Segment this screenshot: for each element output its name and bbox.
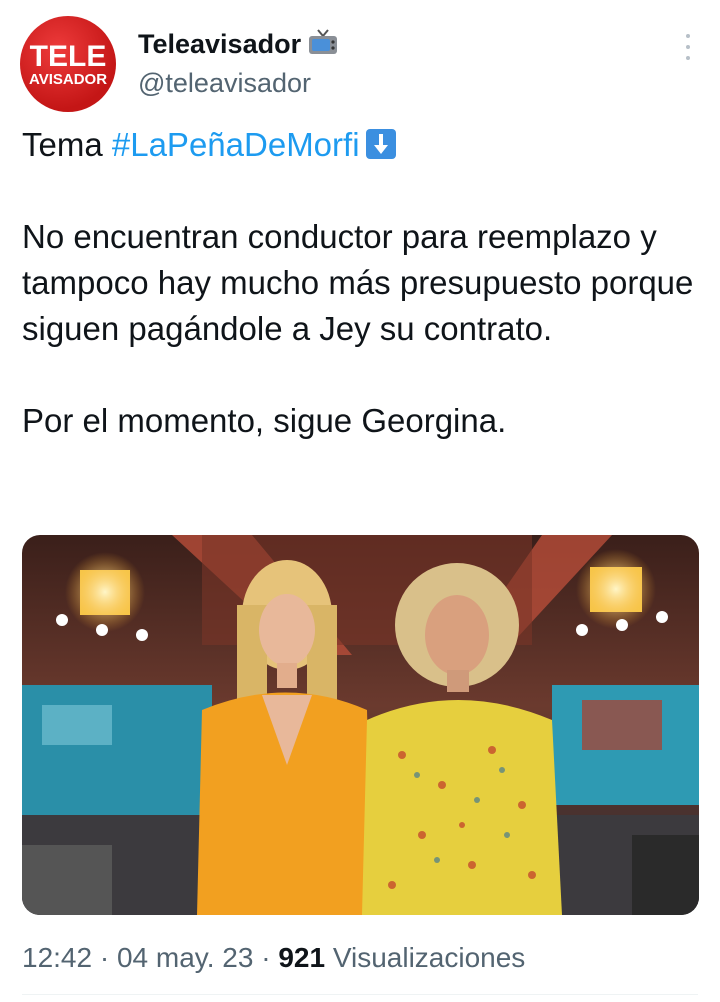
author-name[interactable]: Teleavisador	[138, 29, 301, 59]
more-options-icon[interactable]	[684, 34, 692, 60]
avatar-text-line2: AVISADOR	[28, 71, 108, 88]
tweet-date[interactable]: 04 may. 23	[117, 942, 253, 973]
tv-icon	[307, 28, 339, 63]
tweet-photo[interactable]	[22, 535, 699, 915]
hashtag-link[interactable]: #LaPeñaDeMorfi	[112, 126, 360, 163]
meta-separator: ·	[99, 942, 110, 973]
tweet-paragraph-2: No encuentran conductor para reemplazo y…	[22, 218, 694, 347]
views-label: Visualizaciones	[332, 942, 526, 973]
meta-separator: ·	[261, 942, 271, 973]
tweet-text: Tema #LaPeñaDeMorfi No encuentran conduc…	[22, 122, 702, 444]
tweet-line-1: Tema #LaPeñaDeMorfi	[22, 122, 702, 168]
avatar-text-line1: TELE	[29, 40, 107, 73]
divider	[22, 994, 698, 995]
down-arrow-icon	[365, 129, 396, 159]
author-handle[interactable]: @teleavisador	[138, 68, 311, 99]
author-name-row[interactable]: Teleavisador	[138, 28, 339, 63]
tweet-line-1-prefix: Tema	[22, 126, 112, 163]
tweet-paragraph-3: Por el momento, sigue Georgina.	[22, 402, 507, 439]
tweet-metadata: 12:42 · 04 may. 23 · 921 Visualizaciones	[22, 942, 525, 974]
views-count: 921	[278, 942, 326, 973]
avatar[interactable]: TELE AVISADOR	[20, 16, 116, 112]
tweet-time[interactable]: 12:42	[22, 942, 92, 973]
